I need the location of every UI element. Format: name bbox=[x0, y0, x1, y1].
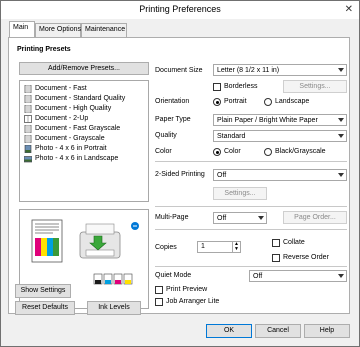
photo-icon bbox=[24, 144, 32, 154]
window-title: Printing Preferences bbox=[139, 4, 221, 14]
landscape-radio[interactable] bbox=[264, 98, 272, 106]
document-size-label: Document Size bbox=[155, 67, 203, 74]
collate-label: Collate bbox=[283, 239, 305, 246]
borderless-checkbox[interactable] bbox=[213, 83, 221, 91]
quality-label: Quality bbox=[155, 132, 177, 139]
divider bbox=[155, 229, 347, 230]
photo-icon bbox=[23, 155, 33, 163]
presets-list[interactable]: Document - Fast Document - Standard Qual… bbox=[19, 80, 149, 202]
paper-type-value: Plain Paper / Bright White Paper bbox=[217, 117, 318, 124]
document-icon bbox=[24, 124, 32, 134]
ink-cartridges-icon bbox=[93, 273, 133, 285]
printing-preferences-window: Printing Preferences ✕ Main More Options… bbox=[0, 0, 360, 347]
add-remove-presets-button[interactable]: Add/Remove Presets... bbox=[19, 62, 149, 75]
quality-value: Standard bbox=[217, 133, 246, 140]
preset-label: Document - 2-Up bbox=[35, 115, 89, 122]
multi-page-value: Off bbox=[217, 215, 227, 222]
black-grayscale-radio[interactable] bbox=[264, 148, 272, 156]
chevron-down-icon bbox=[258, 216, 264, 221]
copies-stepper[interactable]: 1 ▲ ▼ bbox=[197, 241, 241, 253]
multi-page-select[interactable]: Off bbox=[213, 212, 267, 224]
landscape-label: Landscape bbox=[275, 98, 310, 105]
multi-page-label: Multi-Page bbox=[155, 214, 189, 221]
paper-type-select[interactable]: Plain Paper / Bright White Paper bbox=[213, 114, 347, 126]
preset-label: Document - Grayscale bbox=[35, 135, 105, 142]
document-size-value: Letter (8 1/2 x 11 in) bbox=[217, 67, 280, 74]
black-grayscale-label: Black/Grayscale bbox=[275, 148, 326, 155]
page-order-button[interactable]: Page Order... bbox=[283, 211, 347, 224]
tab-more-options[interactable]: More Options bbox=[35, 23, 81, 37]
portrait-radio[interactable] bbox=[213, 98, 221, 106]
preset-label: Photo - 4 x 6 in Landscape bbox=[35, 155, 119, 162]
job-arranger-lite-label: Job Arranger Lite bbox=[166, 298, 220, 305]
document-icon bbox=[24, 84, 32, 94]
collate-checkbox[interactable] bbox=[272, 239, 280, 247]
portrait-label: Portrait bbox=[224, 98, 247, 105]
chevron-down-icon bbox=[338, 68, 344, 73]
chevron-down-icon bbox=[338, 173, 344, 178]
spin-down-icon[interactable]: ▼ bbox=[232, 247, 240, 252]
reverse-order-label: Reverse Order bbox=[283, 254, 329, 261]
cancel-button[interactable]: Cancel bbox=[255, 324, 301, 338]
reverse-order-checkbox[interactable] bbox=[272, 254, 280, 262]
chevron-down-icon bbox=[338, 118, 344, 123]
print-preview-label: Print Preview bbox=[166, 286, 208, 293]
quiet-mode-select[interactable]: Off bbox=[249, 270, 347, 282]
reset-defaults-button[interactable]: Reset Defaults bbox=[15, 301, 75, 315]
document-icon bbox=[24, 104, 32, 114]
borderless-settings-button[interactable]: Settings... bbox=[283, 80, 347, 93]
show-settings-button[interactable]: Show Settings bbox=[15, 284, 71, 298]
quiet-mode-label: Quiet Mode bbox=[155, 272, 192, 279]
ok-button[interactable]: OK bbox=[206, 324, 252, 338]
orientation-label: Orientation bbox=[155, 98, 190, 105]
printing-presets-heading: Printing Presets bbox=[17, 46, 71, 53]
job-arranger-lite-checkbox[interactable] bbox=[155, 298, 163, 306]
copies-label: Copies bbox=[155, 244, 177, 251]
tab-main[interactable]: Main bbox=[9, 21, 35, 37]
chevron-down-icon bbox=[338, 274, 344, 279]
preset-label: Photo - 4 x 6 in Portrait bbox=[35, 145, 107, 152]
printer-icon bbox=[79, 223, 121, 259]
two-sided-printing-label: 2-Sided Printing bbox=[155, 171, 205, 178]
ink-levels-button[interactable]: Ink Levels bbox=[87, 301, 141, 315]
divider bbox=[155, 161, 347, 162]
quality-select[interactable]: Standard bbox=[213, 130, 347, 142]
color-option-label: Color bbox=[224, 148, 241, 155]
two-sided-printing-value: Off bbox=[217, 172, 227, 179]
color-label: Color bbox=[155, 148, 172, 155]
title-bar: Printing Preferences ✕ bbox=[1, 1, 359, 19]
quiet-mode-value: Off bbox=[253, 273, 263, 280]
preset-label: Document - Standard Quality bbox=[35, 95, 126, 102]
preset-label: Document - Fast Grayscale bbox=[35, 125, 121, 132]
copies-value: 1 bbox=[201, 243, 205, 250]
preset-label: Document - Fast bbox=[35, 85, 87, 92]
document-icon bbox=[24, 134, 32, 144]
preset-label: Document - High Quality bbox=[35, 105, 112, 112]
document-size-select[interactable]: Letter (8 1/2 x 11 in) bbox=[213, 64, 347, 76]
chevron-down-icon bbox=[338, 134, 344, 139]
borderless-label: Borderless bbox=[224, 83, 258, 90]
document-2up-icon bbox=[24, 115, 32, 123]
divider bbox=[155, 266, 347, 267]
two-sided-printing-select[interactable]: Off bbox=[213, 169, 347, 181]
divider bbox=[155, 206, 347, 207]
print-preview-checkbox[interactable] bbox=[155, 286, 163, 294]
two-sided-settings-button[interactable]: Settings... bbox=[213, 187, 267, 200]
tab-maintenance[interactable]: Maintenance bbox=[81, 23, 127, 37]
main-tab-panel: Printing Presets Add/Remove Presets... D… bbox=[8, 37, 350, 314]
help-button[interactable]: Help bbox=[304, 324, 350, 338]
color-radio[interactable] bbox=[213, 148, 221, 156]
paper-type-label: Paper Type bbox=[155, 116, 191, 123]
close-window-icon[interactable]: ✕ bbox=[345, 4, 353, 15]
document-icon bbox=[24, 94, 32, 104]
